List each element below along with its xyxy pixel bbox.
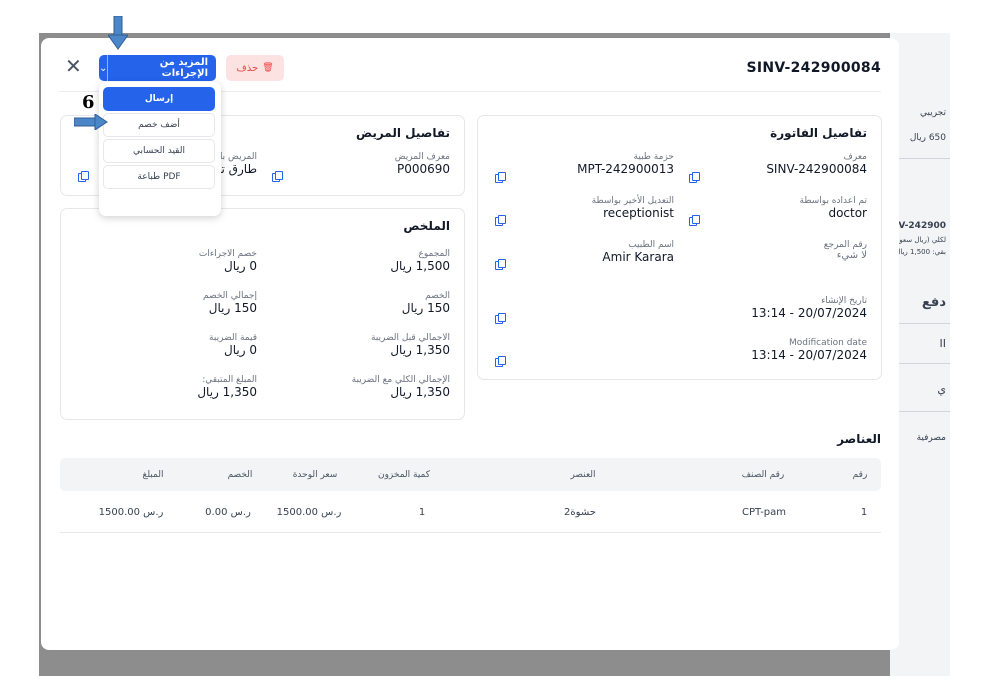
total-discount-field: إجمالي الخصم 150 ريال [203, 291, 257, 315]
table-cell: 1500.00 ر.س [98, 507, 164, 518]
copy-icon[interactable] [495, 259, 506, 270]
background-page: تجريبي 650 ريال NV-242900 لكلي (ريال سعو… [890, 33, 950, 676]
more-actions-label: المزيد من الإجراءات [159, 57, 208, 79]
card-title: الملخص [403, 219, 450, 233]
background-text: II [939, 337, 947, 350]
modification-date-field: Modification date 20/07/2024 - 13:14 [751, 338, 867, 362]
column-header: رقم [852, 470, 868, 480]
copy-icon[interactable] [495, 356, 506, 367]
background-text: دفع [921, 295, 946, 310]
background-text: مصرفية [916, 433, 946, 443]
menu-item-send[interactable]: إرسال [103, 87, 215, 111]
menu-item-journal-entry[interactable]: القيد الحسابي [103, 139, 215, 163]
total-field: المجموع 1,500 ريال [390, 249, 450, 273]
copy-icon[interactable] [272, 171, 283, 182]
total-before-tax-field: الاجمالي قبل الضريبة 1,350 ريال [370, 333, 450, 357]
delete-button[interactable]: 🗑 حذف [226, 55, 284, 81]
medical-package-field: حزمة طبية MPT-242900013 [577, 152, 674, 176]
prepared-by-field: تم اعداده بواسطة doctor [799, 196, 867, 220]
summary-card: الملخص المجموع 1,500 ريال خصم الاجراءات … [60, 208, 465, 420]
invoice-modal: SINV-242900084 ✕ المزيد من الإجراءات ⌄ 🗑… [41, 38, 899, 650]
column-header: سعر الوحدة [292, 470, 338, 480]
card-title: تفاصيل المريض [355, 126, 450, 140]
reference-number-field: رقم المرجع لا شيء [823, 240, 867, 261]
background-text: NV-242900 [890, 221, 946, 231]
table-row: 1 CPT-pam حشوة2 1 1500.00 ر.س 0.00 ر.س 1… [60, 496, 881, 533]
table-cell: 1500.00 ر.س [276, 507, 342, 518]
more-actions-dropdown: إرسال أضف خصم القيد الحسابي طباعة PDF [99, 82, 221, 216]
chevron-down-icon[interactable]: ⌄ [99, 63, 107, 74]
creation-date-field: تاريخ الإنشاء 20/07/2024 - 13:14 [751, 296, 867, 320]
last-modified-by-field: التعديل الأخير بواسطة receptionist [591, 196, 674, 220]
patient-id-field: معرف المريض P000690 [394, 152, 450, 176]
divider [890, 158, 950, 159]
items-title: العناصر [837, 432, 881, 446]
background-text: تجريبي [919, 108, 946, 118]
background-text: ي [937, 383, 946, 396]
table-header: رقم رقم الصنف العنصر كمية المخزون سعر ال… [60, 458, 881, 491]
invoice-title: SINV-242900084 [746, 60, 881, 76]
annotation-arrow-right-icon [74, 114, 108, 130]
column-header: العنصر [570, 470, 596, 480]
divider [107, 55, 109, 81]
table-cell: 0.00 ر.س [205, 507, 251, 518]
table-cell: 1 [418, 507, 426, 518]
copy-icon[interactable] [689, 172, 700, 183]
column-header: رقم الصنف [741, 470, 785, 480]
column-header: المبلغ [142, 470, 164, 480]
divider [890, 411, 950, 412]
copy-icon[interactable] [689, 215, 700, 226]
annotation-arrow-down-icon [108, 16, 128, 50]
table-cell: 1 [860, 507, 868, 518]
delete-label: حذف [236, 62, 259, 74]
column-header: كمية المخزون [377, 470, 431, 480]
background-text: بقي: 1,500 ريال [895, 248, 946, 256]
copy-icon[interactable] [78, 171, 89, 182]
discount-field: الخصم 150 ريال [401, 291, 450, 315]
invoice-details-card: تفاصيل الفاتورة معرف SINV-242900084 حزمة… [477, 115, 882, 380]
more-actions-button[interactable]: المزيد من الإجراءات ⌄ [99, 55, 216, 81]
annotation-step-number: 6 [82, 92, 95, 113]
trash-icon: 🗑 [262, 63, 274, 73]
table-cell: CPT-pam [741, 507, 787, 518]
tax-amount-field: قيمة الضريبة 0 ريال [209, 333, 257, 357]
close-button[interactable]: ✕ [65, 56, 82, 76]
invoice-id-field: معرف SINV-242900084 [766, 152, 867, 176]
menu-item-print-pdf[interactable]: طباعة PDF [103, 165, 215, 189]
grand-total-field: الإجمالي الكلي مع الضريبة 1,350 ريال [351, 375, 450, 399]
remaining-amount-field: المبلغ المتبقي: 1,350 ريال [197, 375, 257, 399]
card-title: تفاصيل الفاتورة [770, 126, 867, 140]
copy-icon[interactable] [495, 215, 506, 226]
copy-icon[interactable] [495, 172, 506, 183]
procedure-discount-field: خصم الاجراءات 0 ريال [198, 249, 257, 273]
table-cell: حشوة2 [564, 507, 596, 518]
column-header: الخصم [227, 470, 253, 480]
divider [890, 323, 950, 324]
menu-item-add-discount[interactable]: أضف خصم [103, 113, 215, 137]
doctor-name-field: اسم الطبيب Amir Karara [602, 240, 674, 264]
copy-icon[interactable] [495, 313, 506, 324]
divider [890, 363, 950, 364]
background-text: 650 ريال [909, 133, 946, 143]
